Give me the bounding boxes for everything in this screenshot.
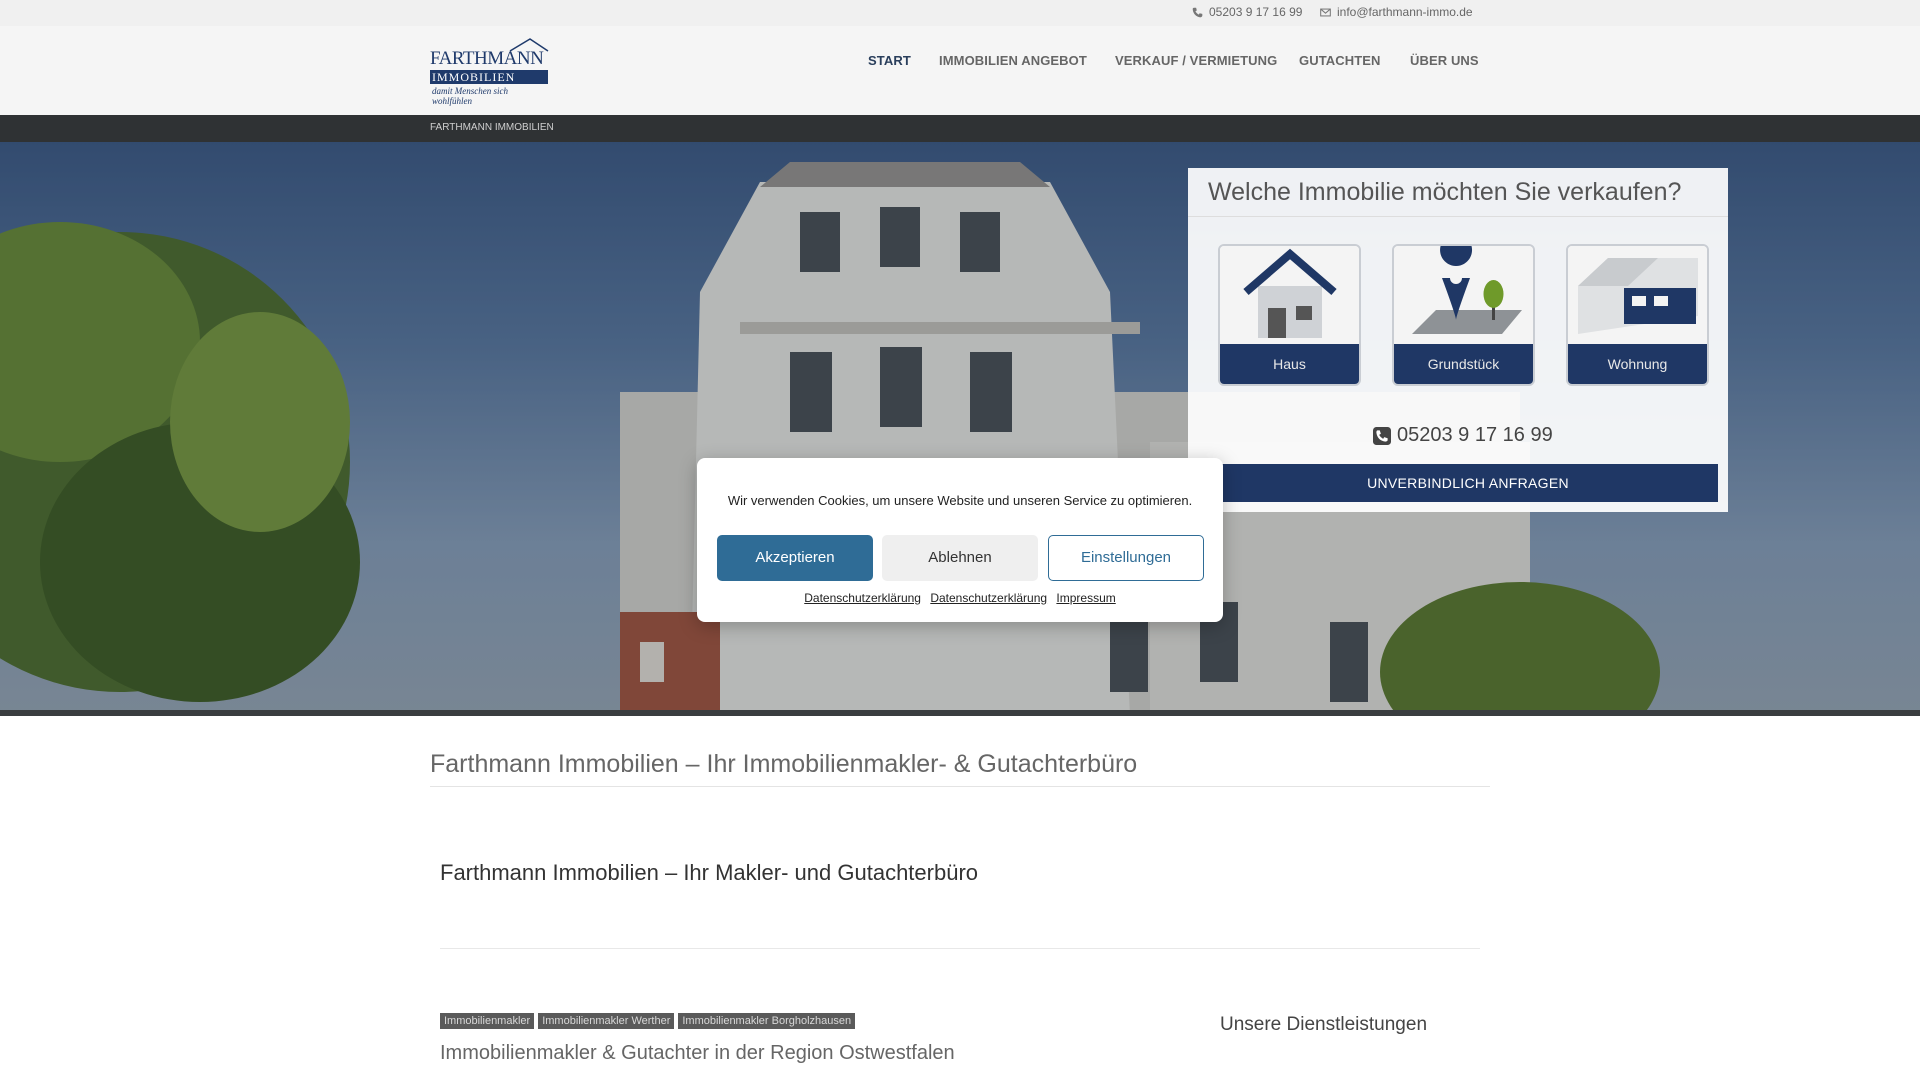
breadcrumb[interactable]: FARTHMANN IMMOBILIEN	[430, 122, 554, 133]
deny-button[interactable]: Ablehnen	[882, 535, 1038, 581]
privacy-link-2[interactable]: Datenschutzerklärung	[930, 591, 1047, 605]
tag-list: Immobilienmakler Immobilienmakler Werthe…	[440, 1013, 856, 1029]
article-heading: Immobilienmakler & Gutachter in der Regi…	[440, 1042, 955, 1064]
main-nav: START IMMOBILIEN ANGEBOT VERKAUF / VERMI…	[0, 53, 1920, 73]
envelope-icon	[1320, 8, 1331, 16]
nav-verkauf-vermietung[interactable]: VERKAUF / VERMIETUNG	[1115, 53, 1277, 68]
phone-square-icon	[1373, 426, 1391, 445]
house-icon	[1220, 246, 1359, 344]
nav-gutachten[interactable]: GUTACHTEN	[1299, 53, 1381, 68]
top-contact-bar: 05203 9 17 16 99 info@farthmann-immo.de	[0, 0, 1920, 26]
topbar-email-text: info@farthmann-immo.de	[1337, 5, 1473, 19]
imprint-link[interactable]: Impressum	[1056, 591, 1115, 605]
cookie-consent-dialog: Wir verwenden Cookies, um unsere Website…	[697, 458, 1223, 622]
sell-property-panel: Welche Immobilie möchten Sie verkaufen? …	[1188, 168, 1728, 512]
card-haus[interactable]: Haus	[1218, 244, 1361, 386]
settings-button[interactable]: Einstellungen	[1048, 535, 1204, 581]
nav-immobilien-angebot[interactable]: IMMOBILIEN ANGEBOT	[939, 53, 1087, 68]
card-grundstueck[interactable]: Grundstück	[1392, 244, 1535, 386]
accept-button[interactable]: Akzeptieren	[717, 535, 873, 581]
site-header: FARTHMANN IMMOBILIEN damit Menschen sich…	[0, 26, 1920, 115]
topbar-phone-text: 05203 9 17 16 99	[1209, 5, 1303, 19]
topbar-phone[interactable]: 05203 9 17 16 99	[1192, 5, 1302, 19]
nav-start[interactable]: START	[868, 53, 911, 68]
phone-icon	[1192, 7, 1203, 17]
logo-slogan: damit Menschen sich wohlfühlen	[432, 86, 508, 106]
section-heading: Farthmann Immobilien – Ihr Makler- und G…	[440, 860, 979, 885]
cookie-links: Datenschutzerklärung Datenschutzerklärun…	[697, 591, 1223, 605]
sell-panel-phone-text: 05203 9 17 16 99	[1397, 424, 1553, 446]
card-grundstueck-label: Grundstück	[1394, 344, 1533, 384]
sell-panel-title: Welche Immobilie möchten Sie verkaufen?	[1208, 178, 1682, 206]
tag-item[interactable]: Immobilienmakler Borgholzhausen	[678, 1013, 856, 1029]
topbar-email[interactable]: info@farthmann-immo.de	[1320, 5, 1473, 19]
breadcrumb-bar: FARTHMANN IMMOBILIEN	[0, 115, 1920, 142]
page-title: Farthmann Immobilien – Ihr Immobilienmak…	[430, 750, 1138, 778]
request-button[interactable]: UNVERBINDLICH ANFRAGEN	[1218, 464, 1718, 502]
section-divider	[440, 948, 1480, 949]
sidebar-heading: Unsere Dienstleistungen	[1220, 1014, 1428, 1035]
privacy-link[interactable]: Datenschutzerklärung	[804, 591, 921, 605]
tag-item[interactable]: Immobilienmakler Werther	[538, 1013, 675, 1029]
card-haus-label: Haus	[1220, 344, 1359, 384]
tag-item[interactable]: Immobilienmakler	[440, 1013, 535, 1029]
card-wohnung[interactable]: Wohnung	[1566, 244, 1709, 386]
apartment-icon	[1568, 246, 1707, 344]
title-divider	[430, 786, 1490, 787]
card-wohnung-label: Wohnung	[1568, 344, 1707, 384]
sell-panel-phone[interactable]: 05203 9 17 16 99	[1373, 424, 1553, 447]
cookie-message: Wir verwenden Cookies, um unsere Website…	[727, 493, 1193, 508]
sell-panel-divider	[1188, 216, 1728, 217]
map-pin-tree-icon	[1394, 246, 1533, 344]
hero-bottom-line	[0, 710, 1920, 716]
nav-ueber-uns[interactable]: ÜBER UNS	[1410, 53, 1479, 68]
